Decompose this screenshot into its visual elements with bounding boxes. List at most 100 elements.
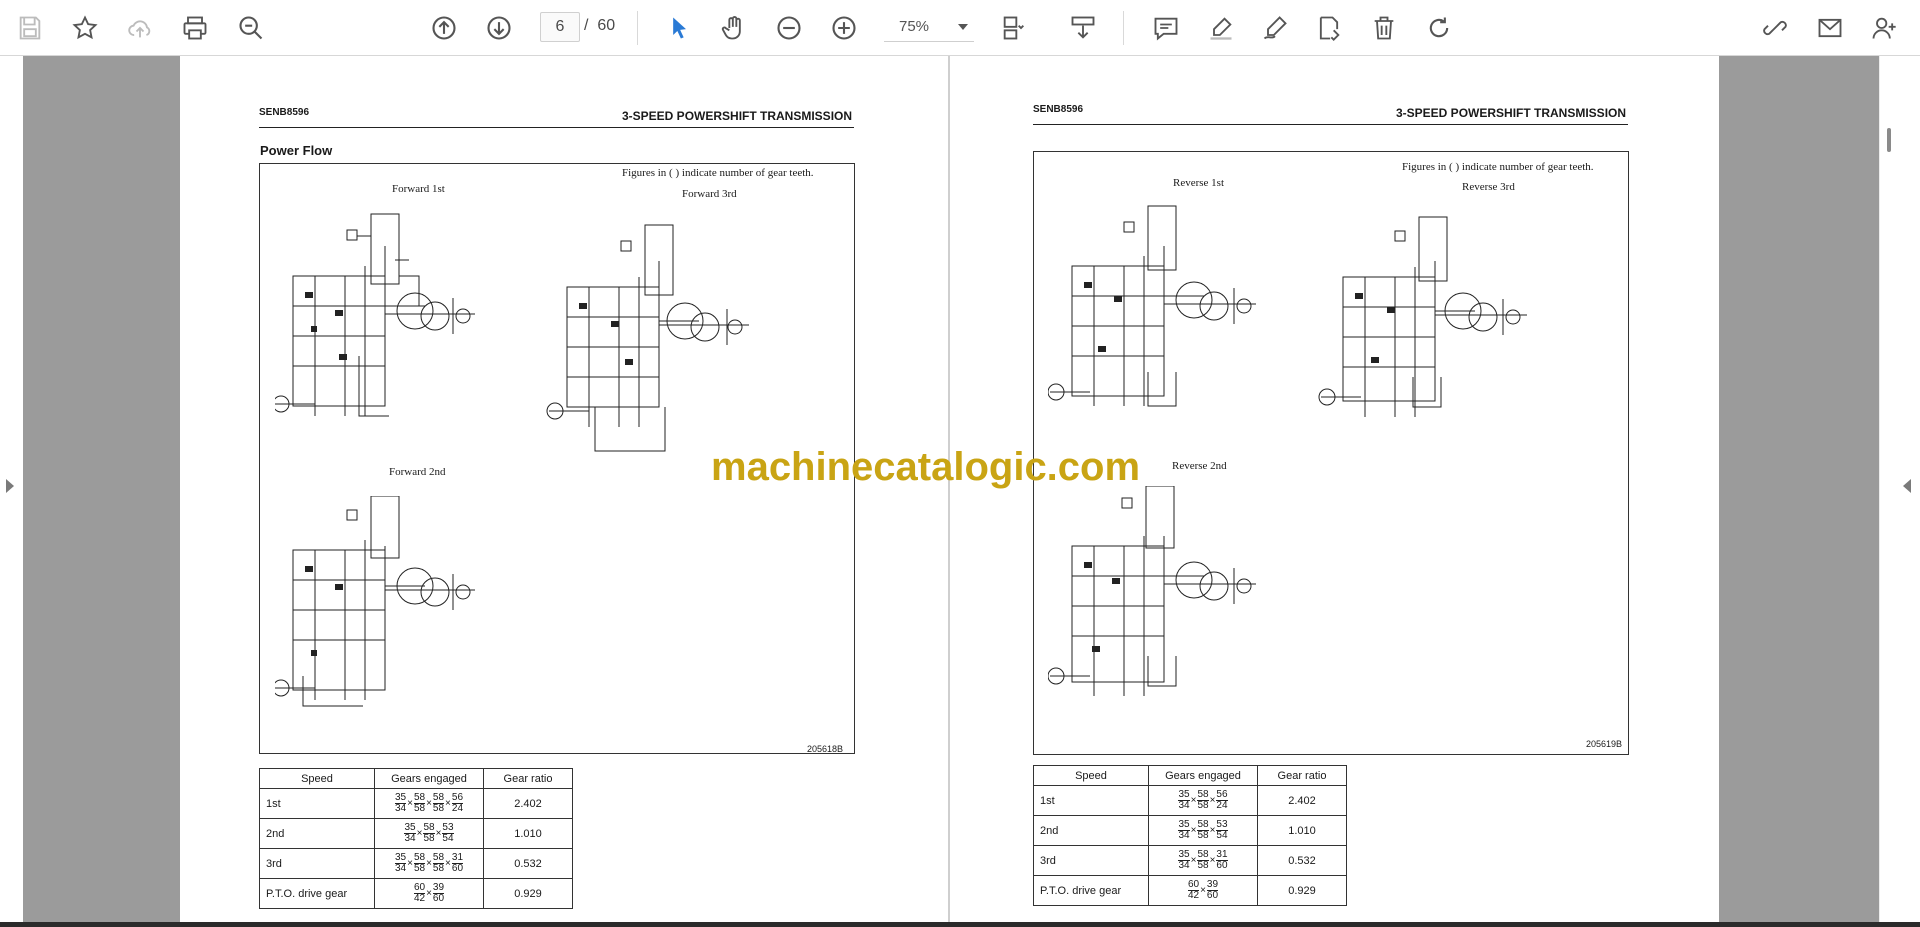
toolbar-divider	[637, 11, 638, 45]
doc-number: SENB8596	[1033, 104, 1084, 115]
zoom-select[interactable]: 75%	[884, 12, 974, 42]
table-header-row: Speed Gears engaged Gear ratio	[1033, 765, 1347, 786]
gear-ratio-cell: 2.402	[1257, 785, 1347, 816]
delete-icon[interactable]	[1366, 10, 1402, 46]
diagram-label: Reverse 2nd	[1172, 460, 1227, 472]
toolbar-divider	[1123, 11, 1124, 45]
left-panel-toggle-icon[interactable]	[6, 479, 14, 493]
zoom-out-icon[interactable]	[771, 10, 807, 46]
vertical-scrollbar[interactable]	[1879, 56, 1898, 922]
table-row: P.T.O. drive gear 60 42 × 39 60 0.929	[259, 878, 573, 909]
diagram-label: Forward 1st	[392, 183, 445, 195]
gear-ratio-cell: 2.402	[483, 788, 573, 819]
header-rule	[259, 127, 854, 128]
doc-title: 3-SPEED POWERSHIFT TRANSMISSION	[1396, 106, 1627, 120]
table-row: P.T.O. drive gear 60 42 × 39 60 0.929	[1033, 875, 1347, 906]
email-icon[interactable]	[1812, 10, 1848, 46]
gears-engaged-cell: 60 42 × 39 60	[374, 878, 484, 909]
bottom-edge	[0, 922, 1920, 927]
zoom-search-icon[interactable]	[233, 10, 269, 46]
table-row: 2nd 35 34 × 58 58 × 53 54 1.010	[259, 818, 573, 849]
power-flow-schematic	[546, 224, 749, 452]
section-title: Power Flow	[260, 143, 333, 158]
diagram-label: Reverse 3rd	[1462, 181, 1515, 193]
cloud-upload-icon[interactable]	[122, 10, 158, 46]
figure-id: 205618B	[807, 744, 844, 754]
column-header: Gear ratio	[1257, 765, 1347, 786]
speed-cell: P.T.O. drive gear	[1033, 875, 1149, 906]
page-down-icon[interactable]	[481, 10, 517, 46]
gears-engaged-cell: 35 34 × 58 58 × 31 60	[1148, 845, 1258, 876]
gear-ratio-table: Speed Gears engaged Gear ratio 1st 35 34 ×…	[259, 768, 573, 909]
table-row: 1st 35 34 × 58 58 × 58 58 × 56 24 2.402	[259, 788, 573, 819]
chevron-down-icon	[958, 24, 968, 30]
speed-cell: P.T.O. drive gear	[259, 878, 375, 909]
viewer-background-right	[1719, 56, 1879, 922]
doc-number: SENB8596	[259, 107, 310, 118]
comment-icon[interactable]	[1148, 10, 1184, 46]
gears-engaged-cell: 35 34 × 58 58 × 58 58 × 56 24	[374, 788, 484, 819]
gears-engaged-cell: 60 42 × 39 60	[1148, 875, 1258, 906]
diagram-label: Forward 3rd	[682, 188, 737, 200]
page-view-icon[interactable]	[996, 10, 1032, 46]
speed-cell: 3rd	[259, 848, 375, 879]
column-header: Gear ratio	[483, 768, 573, 789]
speed-cell: 2nd	[259, 818, 375, 849]
highlight-pen-icon[interactable]	[1203, 10, 1239, 46]
page-up-icon[interactable]	[426, 10, 462, 46]
gear-ratio-cell: 0.929	[483, 878, 573, 909]
bookmark-star-icon[interactable]	[67, 10, 103, 46]
column-header: Speed	[1033, 765, 1149, 786]
column-header: Gears engaged	[374, 768, 484, 789]
zoom-value: 75%	[899, 18, 930, 35]
speed-cell: 2nd	[1033, 815, 1149, 846]
draw-pen-icon[interactable]	[1257, 10, 1293, 46]
page-number-input[interactable]	[540, 12, 580, 42]
power-flow-schematic	[1048, 486, 1256, 696]
power-flow-schematic	[275, 213, 475, 417]
save-icon[interactable]	[12, 10, 48, 46]
table-row: 3rd 35 34 × 58 58 × 31 60 0.532	[1033, 845, 1347, 876]
speed-cell: 1st	[1033, 785, 1149, 816]
power-flow-schematic	[1048, 205, 1256, 407]
gears-engaged-cell: 35 34 × 58 58 × 53 54	[374, 818, 484, 849]
zoom-in-icon[interactable]	[826, 10, 862, 46]
rotate-icon[interactable]	[1421, 10, 1457, 46]
gear-ratio-cell: 0.532	[1257, 845, 1347, 876]
table-header-row: Speed Gears engaged Gear ratio	[259, 768, 573, 789]
scroll-mode-icon[interactable]	[1065, 10, 1101, 46]
gears-engaged-cell: 35 34 × 58 58 × 58 58 × 31 60	[374, 848, 484, 879]
gears-engaged-cell: 35 34 × 58 58 × 56 24	[1148, 785, 1258, 816]
gear-ratio-cell: 0.929	[1257, 875, 1347, 906]
speed-cell: 3rd	[1033, 845, 1149, 876]
add-user-icon[interactable]	[1866, 10, 1902, 46]
select-cursor-icon[interactable]	[661, 10, 697, 46]
diagram-label: Reverse 1st	[1173, 177, 1225, 189]
power-flow-schematic	[275, 496, 475, 707]
table-row: 2nd 35 34 × 58 58 × 53 54 1.010	[1033, 815, 1347, 846]
column-header: Speed	[259, 768, 375, 789]
gear-ratio-cell: 1.010	[1257, 815, 1347, 846]
toolbar: / 60 75%	[0, 0, 1920, 56]
column-header: Gears engaged	[1148, 765, 1258, 786]
share-link-icon[interactable]	[1757, 10, 1793, 46]
diagram-label: Forward 2nd	[389, 466, 446, 478]
header-rule	[1033, 124, 1628, 125]
fill-sign-icon[interactable]	[1311, 10, 1347, 46]
scrollbar-thumb[interactable]	[1887, 128, 1891, 152]
gears-engaged-cell: 35 34 × 58 58 × 53 54	[1148, 815, 1258, 846]
table-row: 1st 35 34 × 58 58 × 56 24 2.402	[1033, 785, 1347, 816]
power-flow-schematic	[1318, 216, 1527, 417]
gear-ratio-cell: 1.010	[483, 818, 573, 849]
doc-title: 3-SPEED POWERSHIFT TRANSMISSION	[622, 109, 853, 123]
page-count: / 60	[584, 17, 616, 34]
print-icon[interactable]	[177, 10, 213, 46]
figure-note: Figures in ( ) indicate number of gear t…	[622, 167, 814, 179]
table-row: 3rd 35 34 × 58 58 × 58 58 × 31 60 0.532	[259, 848, 573, 879]
viewer-background-left	[23, 56, 180, 922]
watermark: machinecatalogic.com	[711, 445, 1141, 489]
hand-pan-icon[interactable]	[716, 10, 752, 46]
figure-id: 205619B	[1586, 739, 1623, 749]
right-panel-toggle-icon[interactable]	[1903, 479, 1911, 493]
gear-ratio-table: Speed Gears engaged Gear ratio 1st 35 34 ×…	[1033, 765, 1347, 906]
